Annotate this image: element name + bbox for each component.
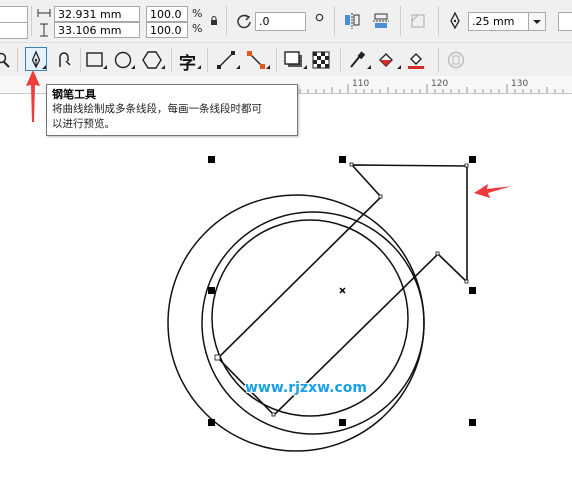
annotation-arrow-toolbar <box>26 70 40 122</box>
separator <box>400 6 401 36</box>
height-icon <box>40 23 48 37</box>
separator <box>340 48 341 72</box>
scale-x-percent: % <box>192 7 203 20</box>
pen-tool-icon <box>31 50 41 69</box>
smart-fill-icon[interactable] <box>56 51 72 69</box>
flyout-triangle-icon <box>197 65 201 69</box>
object-position-field[interactable] <box>0 6 28 23</box>
flyout-triangle-icon <box>161 65 165 69</box>
tooltip-description-cont: 以进行预览。 <box>52 118 115 130</box>
separator <box>334 6 335 36</box>
middle-circle[interactable] <box>201 211 425 435</box>
polygon-tool-icon[interactable] <box>142 51 162 69</box>
rotation-unit-icon <box>315 13 324 22</box>
tooltip-description: 将曲线绘制成多条线段，每画一条线段时都可 <box>52 103 262 115</box>
outer-circle[interactable] <box>167 194 425 452</box>
separator <box>276 48 277 72</box>
rotation-angle-field[interactable]: .0 <box>255 12 306 31</box>
eyedropper-tool-icon[interactable] <box>348 50 366 70</box>
drop-shadow-tool-icon[interactable] <box>284 51 304 69</box>
drawing-canvas[interactable] <box>0 93 572 485</box>
outline-width-dropdown[interactable] <box>528 12 546 31</box>
property-bar: 32.931 mm 33.106 mm 100.0 100.0 % % .0 .… <box>0 0 572 43</box>
text-tool-icon[interactable]: 字 <box>179 49 196 74</box>
annotation-arrow-canvas <box>474 184 512 198</box>
transparency-tool-icon[interactable] <box>312 51 330 69</box>
pen-tool-tooltip: 钢笔工具 将曲线绘制成多条线段，每画一条线段时都可 以进行预览。 <box>46 84 298 136</box>
separator <box>226 6 227 36</box>
ellipse-tool-icon[interactable] <box>114 51 132 69</box>
separator <box>17 48 18 72</box>
selection-center-marker <box>339 287 346 294</box>
flyout-triangle-icon <box>303 65 307 69</box>
flyout-triangle-icon <box>397 65 401 69</box>
toolbox: 字 <box>0 43 572 77</box>
tooltip-title: 钢笔工具 <box>52 88 96 101</box>
separator <box>171 48 172 72</box>
disabled-tool-icon[interactable] <box>447 51 465 69</box>
flyout-triangle-icon <box>42 65 46 69</box>
separator <box>438 48 439 72</box>
rotation-icon <box>237 14 251 29</box>
dimension-tool-icon[interactable] <box>216 50 236 70</box>
outline-width-field[interactable]: .25 mm <box>468 12 530 31</box>
site-watermark: www.rjzxw.com <box>245 380 367 396</box>
flyout-triangle-icon <box>131 65 135 69</box>
separator <box>207 48 208 72</box>
flyout-triangle-icon <box>367 65 371 69</box>
mirror-vertical-icon[interactable] <box>372 12 390 30</box>
flyout-triangle-icon <box>266 65 270 69</box>
smart-fill-bucket-icon[interactable] <box>406 50 426 70</box>
lock-ratio-icon[interactable] <box>210 16 218 25</box>
separator <box>80 48 81 72</box>
flyout-triangle-icon <box>103 65 107 69</box>
flyout-triangle-icon <box>236 65 240 69</box>
width-icon <box>37 9 51 17</box>
zoom-icon[interactable] <box>0 52 11 68</box>
partial-field-right[interactable] <box>558 12 572 31</box>
quick-corners-icon[interactable] <box>409 12 427 30</box>
ruler-tick-label: 120 <box>431 79 449 89</box>
object-height-field[interactable]: 33.106 mm <box>54 22 140 38</box>
connector-tool-icon[interactable] <box>246 50 266 70</box>
scale-y-percent: % <box>192 22 203 35</box>
separator <box>438 6 439 36</box>
rectangle-tool-icon[interactable] <box>86 52 104 68</box>
scale-x-field[interactable]: 100.0 <box>146 6 188 22</box>
separator <box>31 6 32 36</box>
ruler-tick-label: 110 <box>352 79 370 89</box>
chevron-down-icon <box>533 20 541 24</box>
outline-pen-icon <box>450 12 460 30</box>
mirror-horizontal-icon[interactable] <box>343 12 361 30</box>
scale-y-field[interactable]: 100.0 <box>146 22 188 38</box>
object-position-field-y[interactable] <box>0 22 28 39</box>
object-width-field[interactable]: 32.931 mm <box>54 6 140 22</box>
interactive-fill-icon[interactable] <box>376 50 396 70</box>
ruler-tick-label: 130 <box>511 79 529 89</box>
